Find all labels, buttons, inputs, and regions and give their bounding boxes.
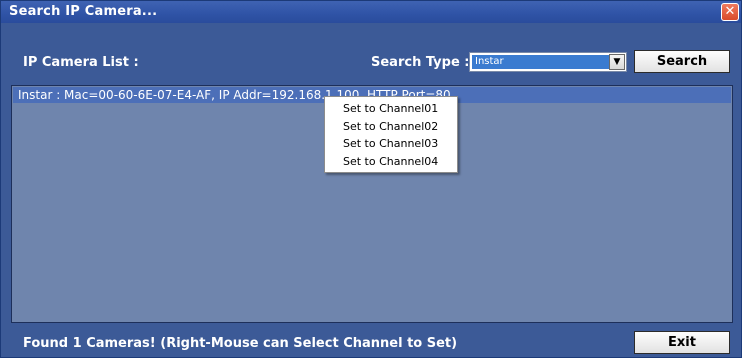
exit-button[interactable]: Exit [634, 331, 730, 354]
search-type-value: Instar [472, 55, 609, 69]
search-ip-camera-dialog: Search IP Camera... ✕ IP Camera List : S… [0, 0, 742, 358]
context-menu: Set to Channel01 Set to Channel02 Set to… [324, 96, 458, 173]
close-button[interactable]: ✕ [721, 3, 739, 21]
search-type-select[interactable]: Instar ▼ [469, 52, 627, 72]
dropdown-button[interactable]: ▼ [609, 54, 625, 70]
search-type-label: Search Type : [371, 55, 470, 70]
title-bar[interactable]: Search IP Camera... ✕ [1, 1, 741, 23]
status-text: Found 1 Cameras! (Right-Mouse can Select… [23, 336, 458, 351]
dropdown-arrow-icon: ▼ [613, 57, 621, 67]
menu-item-channel04[interactable]: Set to Channel04 [325, 153, 457, 171]
close-icon: ✕ [724, 4, 736, 19]
search-button[interactable]: Search [634, 50, 730, 73]
menu-item-channel01[interactable]: Set to Channel01 [325, 100, 457, 118]
menu-item-channel02[interactable]: Set to Channel02 [325, 118, 457, 136]
window-title: Search IP Camera... [9, 4, 158, 19]
ip-camera-list-label: IP Camera List : [23, 55, 139, 70]
menu-item-channel03[interactable]: Set to Channel03 [325, 135, 457, 153]
